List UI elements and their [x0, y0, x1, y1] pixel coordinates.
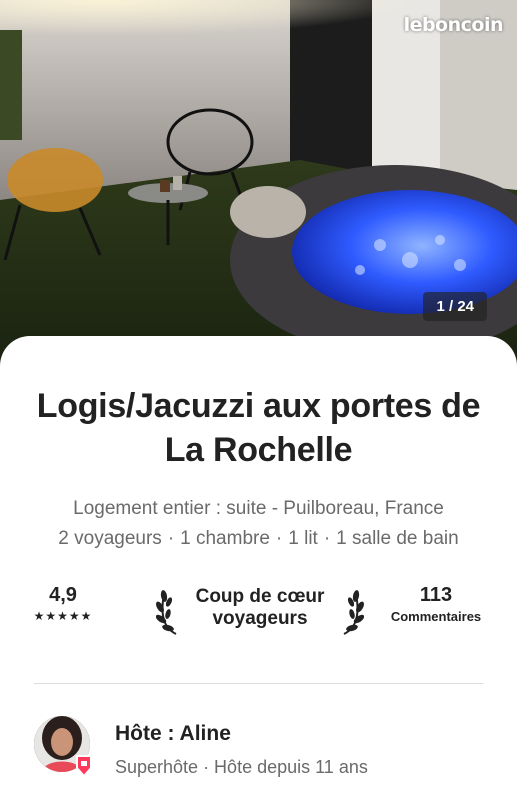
laurel-icon	[343, 590, 364, 635]
laurel-icon	[156, 590, 177, 635]
bathrooms-count: 1 salle de bain	[336, 528, 459, 549]
host-avatar[interactable]	[34, 716, 92, 778]
superhost-badge-icon	[76, 755, 92, 778]
listing-capacity: 2 voyageurs · 1 chambre · 1 lit · 1 salle de b…	[58, 528, 459, 549]
listing-highlights: 4,9 ★★★★★ Coup de cœur voyageurs 113 Com…	[0, 584, 517, 644]
listing-photo[interactable]: leboncoin 1 / 24	[0, 0, 517, 372]
bedrooms-count: 1 chambre	[180, 528, 270, 549]
listing-title: Logis/Jacuzzi aux portes de La Rochelle	[36, 387, 481, 469]
guest-favorite-label: Coup de cœur voyageurs	[195, 586, 325, 629]
listing-location: Logement entier : suite - Puilboreau, Fr…	[73, 498, 444, 519]
guest-favorite-badge: Coup de cœur voyageurs	[150, 584, 370, 640]
leboncoin-watermark: leboncoin	[403, 14, 504, 36]
rating-block[interactable]: 4,9 ★★★★★	[20, 584, 106, 623]
host-name: Hôte : Aline	[115, 722, 231, 745]
guests-count: 2 voyageurs	[58, 528, 162, 549]
host-meta: Superhôte · Hôte depuis 11 ans	[115, 757, 368, 777]
rating-value: 4,9	[49, 584, 77, 606]
host-section[interactable]: Hôte : Aline Superhôte · Hôte depuis 11 …	[34, 716, 497, 780]
star-rating-icon: ★★★★★	[33, 609, 93, 623]
reviews-block[interactable]: 113 Commentaires	[381, 584, 491, 624]
photo-counter: 1 / 24	[423, 292, 487, 321]
listing-details-sheet: Logis/Jacuzzi aux portes de La Rochelle …	[0, 336, 517, 800]
section-divider	[34, 683, 483, 684]
reviews-count: 113	[419, 584, 453, 606]
reviews-label: Commentaires	[390, 609, 482, 624]
beds-count: 1 lit	[288, 528, 318, 549]
